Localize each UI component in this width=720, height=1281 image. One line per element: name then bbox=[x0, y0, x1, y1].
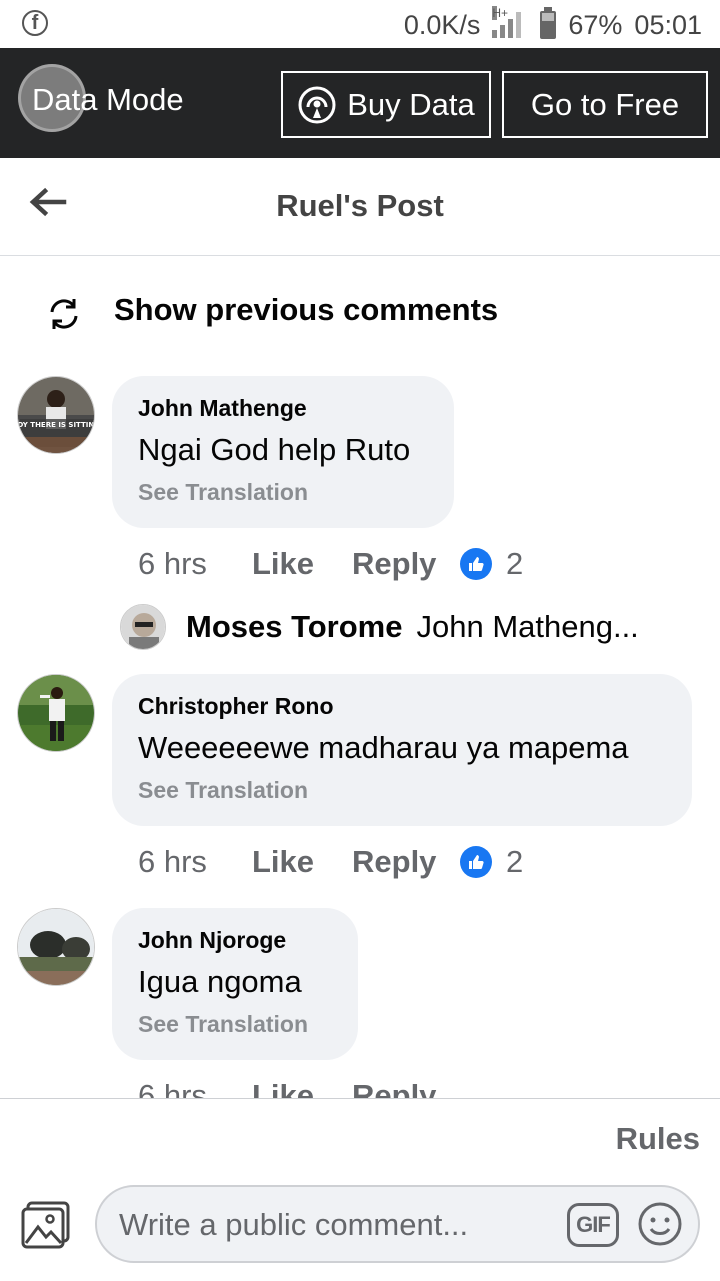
battery-icon bbox=[540, 7, 557, 39]
go-to-free-label: Go to Free bbox=[530, 86, 680, 122]
comment-bubble[interactable]: John Njoroge Igua ngoma See Translation bbox=[112, 908, 358, 1060]
emoji-icon[interactable] bbox=[637, 1201, 683, 1247]
refresh-icon bbox=[50, 299, 78, 329]
avatar[interactable] bbox=[17, 674, 95, 752]
reaction-count[interactable]: 2 bbox=[506, 546, 523, 582]
photo-icon[interactable] bbox=[20, 1199, 72, 1251]
status-bar: f 0.0K/s H+ 67% 05:01 bbox=[0, 0, 720, 48]
reply-author: Moses Torome bbox=[186, 609, 403, 644]
network-type: H+ bbox=[492, 6, 509, 20]
comment-author[interactable]: John Mathenge bbox=[138, 394, 428, 422]
comment-text: Weeeeeewe madharau ya mapema bbox=[138, 730, 629, 765]
comment-bubble[interactable]: Christopher Rono Weeeeeewe madharau ya m… bbox=[112, 674, 692, 826]
comment-text: Igua ngoma bbox=[138, 964, 302, 999]
comment-timestamp[interactable]: 6 hrs bbox=[138, 844, 252, 880]
thumbs-up-icon[interactable] bbox=[460, 548, 492, 580]
see-translation-link[interactable]: See Translation bbox=[138, 478, 428, 506]
comment-bubble[interactable]: John Mathenge Ngai God help Ruto See Tra… bbox=[112, 376, 454, 528]
reply-text: John Matheng... bbox=[416, 609, 639, 644]
status-bar-right: 0.0K/s H+ 67% 05:01 bbox=[403, 6, 702, 42]
go-to-free-button[interactable]: Go to Free bbox=[502, 71, 708, 138]
comment-input[interactable] bbox=[117, 1199, 551, 1251]
broadcast-icon bbox=[298, 86, 336, 123]
buy-data-label: Buy Data bbox=[347, 86, 475, 122]
clock: 05:01 bbox=[634, 9, 702, 40]
avatar[interactable]: FEEL SOMEBODY THERE IS SITTING OVER THER… bbox=[17, 376, 95, 454]
reply-button[interactable]: Reply bbox=[352, 844, 460, 880]
data-mode-label: Data Mode bbox=[32, 82, 184, 117]
show-previous-label: Show previous comments bbox=[114, 292, 499, 327]
avatar-image: FEEL SOMEBODY THERE IS SITTING OVER THER… bbox=[18, 377, 95, 453]
avatar[interactable] bbox=[17, 908, 95, 986]
reaction-count[interactable]: 2 bbox=[506, 844, 523, 880]
data-mode-bar: Data Mode Buy Data Go to Free bbox=[0, 48, 720, 158]
comment-author[interactable]: John Njoroge bbox=[138, 926, 332, 954]
comment-actions: 6 hrs Like Reply 2 bbox=[138, 842, 523, 882]
show-previous-comments[interactable]: Show previous comments bbox=[0, 270, 720, 354]
page-title: Ruel's Post bbox=[276, 188, 444, 223]
battery-level: 67% bbox=[568, 9, 623, 40]
thumbs-up-icon[interactable] bbox=[460, 846, 492, 878]
buy-data-button[interactable]: Buy Data bbox=[281, 71, 491, 138]
comment-input-box[interactable]: GIF bbox=[95, 1185, 700, 1263]
facebook-notification-icon: f bbox=[22, 10, 48, 36]
like-button[interactable]: Like bbox=[252, 546, 352, 582]
reply-preview[interactable]: Moses Torome John Matheng... bbox=[120, 602, 700, 652]
reply-avatar bbox=[120, 604, 166, 650]
network-speed: 0.0K/s bbox=[403, 9, 481, 40]
gif-button[interactable]: GIF bbox=[567, 1203, 619, 1247]
comment-timestamp[interactable]: 6 hrs bbox=[138, 546, 252, 582]
comment-actions: 6 hrs Like Reply 2 bbox=[138, 544, 523, 584]
avatar-image bbox=[18, 675, 94, 751]
comment-text: Ngai God help Ruto bbox=[138, 432, 411, 467]
avatar-text: FEEL SOMEBODY THERE IS SITTING OVER THER… bbox=[18, 421, 95, 429]
like-button[interactable]: Like bbox=[252, 844, 352, 880]
signal-icon: H+ bbox=[492, 6, 528, 38]
see-translation-link[interactable]: See Translation bbox=[138, 776, 666, 804]
rules-link[interactable]: Rules bbox=[616, 1121, 700, 1157]
see-translation-link[interactable]: See Translation bbox=[138, 1010, 332, 1038]
avatar-image bbox=[18, 909, 94, 985]
comment-composer: Rules GIF bbox=[0, 1098, 720, 1281]
reply-button[interactable]: Reply bbox=[352, 546, 460, 582]
post-header: Ruel's Post bbox=[0, 158, 720, 256]
comment-author[interactable]: Christopher Rono bbox=[138, 692, 666, 720]
